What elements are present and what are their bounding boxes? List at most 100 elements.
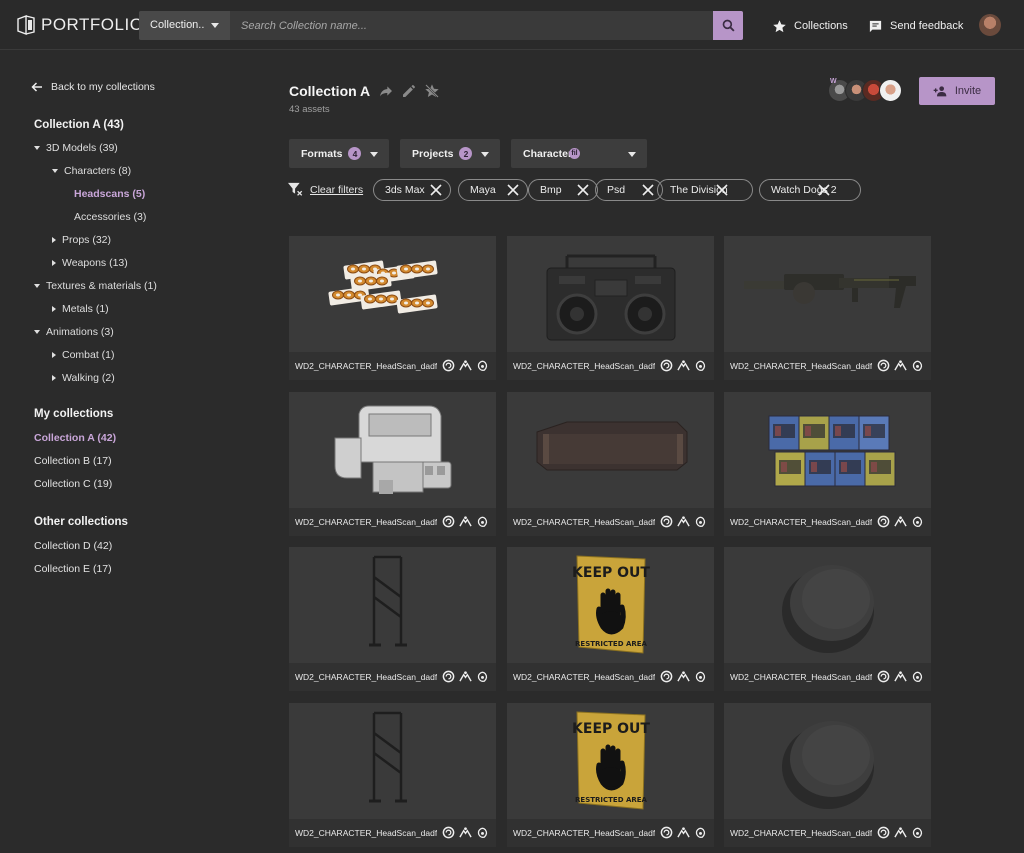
- close-icon[interactable]: [577, 184, 589, 196]
- collaborator-avatars[interactable]: W: [828, 78, 902, 103]
- tree-item[interactable]: Combat (1): [52, 348, 115, 362]
- caret-right-icon[interactable]: [52, 260, 56, 266]
- asset-card[interactable]: WD2_CHARACTER_HeadScan_dadf...: [724, 236, 931, 380]
- invite-button[interactable]: Invite: [919, 77, 995, 105]
- 3ds-max-icon: [660, 515, 673, 528]
- caret-right-icon[interactable]: [52, 375, 56, 381]
- clear-filters-link[interactable]: Clear filters: [287, 182, 363, 197]
- caret-down-icon[interactable]: [52, 169, 58, 173]
- collections-link[interactable]: Collections: [772, 17, 848, 35]
- substance-icon: [477, 671, 488, 682]
- character-filter[interactable]: Character fil: [511, 139, 647, 168]
- search-button[interactable]: [713, 11, 743, 40]
- tree-item[interactable]: Weapons (13): [52, 256, 128, 270]
- user-avatar[interactable]: [979, 14, 1001, 36]
- asset-card[interactable]: WD2_CHARACTER_HeadScan_dadf...: [724, 392, 931, 536]
- caret-down-icon[interactable]: [34, 284, 40, 288]
- filter-chip[interactable]: Bmp: [528, 179, 598, 201]
- close-icon[interactable]: [818, 184, 830, 196]
- tree-item[interactable]: 3D Models (39): [34, 141, 118, 155]
- asset-card[interactable]: WD2_CHARACTER_HeadScan_dadf...: [724, 547, 931, 691]
- asset-name: WD2_CHARACTER_HeadScan_dadf...: [513, 361, 655, 371]
- asset-card[interactable]: WD2_CHARACTER_HeadScan_dadf...: [507, 236, 714, 380]
- chip-label: 3ds Max: [385, 184, 425, 196]
- asset-thumbnail[interactable]: [724, 547, 931, 663]
- tree-item[interactable]: Metals (1): [52, 302, 109, 316]
- caret-right-icon[interactable]: [52, 306, 56, 312]
- close-icon[interactable]: [716, 184, 728, 196]
- formats-filter[interactable]: Formats 4: [289, 139, 389, 168]
- caret-right-icon[interactable]: [52, 352, 56, 358]
- maya-icon: [894, 671, 907, 682]
- tree-item[interactable]: Characters (8): [52, 164, 131, 178]
- close-icon[interactable]: [642, 184, 654, 196]
- tree-item[interactable]: Accessories (3): [74, 210, 146, 224]
- asset-format-icons: [660, 670, 707, 683]
- tree-item[interactable]: Walking (2): [52, 371, 115, 385]
- asset-card[interactable]: WD2_CHARACTER_HeadScan_dadf...: [724, 703, 931, 847]
- maya-icon: [677, 360, 690, 371]
- asset-footer: WD2_CHARACTER_HeadScan_dadf...: [507, 508, 714, 536]
- asset-card[interactable]: WD2_CHARACTER_HeadScan_dadf...: [289, 703, 496, 847]
- other-collection-item[interactable]: Collection E (17): [34, 563, 112, 575]
- projects-filter[interactable]: Projects 2: [400, 139, 500, 168]
- asset-format-icons: [877, 359, 924, 372]
- filter-chip[interactable]: Maya: [458, 179, 528, 201]
- asset-card[interactable]: WD2_CHARACTER_HeadScan_dadf...: [289, 236, 496, 380]
- send-feedback-label: Send feedback: [890, 20, 964, 32]
- edit-icon[interactable]: [401, 83, 417, 99]
- search-scope-select[interactable]: Collection..: [139, 11, 230, 40]
- asset-thumbnail[interactable]: [507, 392, 714, 508]
- search-input[interactable]: [231, 11, 713, 40]
- asset-footer: WD2_CHARACTER_HeadScan_dadf...: [724, 508, 931, 536]
- asset-thumbnail[interactable]: [289, 392, 496, 508]
- tree-item[interactable]: Props (32): [52, 233, 111, 247]
- substance-icon: [695, 827, 706, 838]
- asset-thumbnail[interactable]: [724, 703, 931, 819]
- other-collection-item[interactable]: Collection D (42): [34, 540, 112, 552]
- close-icon[interactable]: [430, 184, 442, 196]
- share-icon[interactable]: [378, 83, 394, 99]
- avatar-badge: W: [830, 78, 837, 85]
- asset-thumbnail[interactable]: [724, 236, 931, 352]
- asset-thumbnail[interactable]: KEEP OUT RESTRICTED AREA: [507, 703, 714, 819]
- asset-card[interactable]: KEEP OUT RESTRICTED AREA WD2_CHARACTER_H…: [507, 703, 714, 847]
- tree-item[interactable]: Textures & materials (1): [34, 279, 157, 293]
- send-feedback-link[interactable]: Send feedback: [868, 17, 963, 35]
- 3ds-max-icon: [442, 826, 455, 839]
- star-off-icon[interactable]: [424, 83, 440, 99]
- my-collection-item[interactable]: Collection B (17): [34, 455, 112, 467]
- tree-item[interactable]: Animations (3): [34, 325, 114, 339]
- asset-card[interactable]: KEEP OUT RESTRICTED AREA WD2_CHARACTER_H…: [507, 547, 714, 691]
- asset-name: WD2_CHARACTER_HeadScan_dadf...: [513, 828, 655, 838]
- asset-thumbnail[interactable]: [507, 236, 714, 352]
- my-collection-item[interactable]: Collection C (19): [34, 478, 112, 490]
- caret-down-icon[interactable]: [34, 146, 40, 150]
- asset-thumbnail[interactable]: [724, 392, 931, 508]
- caret-right-icon[interactable]: [52, 237, 56, 243]
- portfolio-logo[interactable]: PORTFOLIO: [16, 14, 143, 36]
- filter-chip[interactable]: The Division: [657, 179, 753, 201]
- close-icon[interactable]: [507, 184, 519, 196]
- svg-text:RESTRICTED AREA: RESTRICTED AREA: [575, 796, 648, 804]
- asset-thumbnail[interactable]: KEEP OUT RESTRICTED AREA: [507, 547, 714, 663]
- asset-thumbnail[interactable]: [289, 703, 496, 819]
- filter-chip[interactable]: Psd: [595, 179, 663, 201]
- arrow-left-icon: [31, 82, 42, 92]
- caret-down-icon[interactable]: [34, 330, 40, 334]
- asset-card[interactable]: WD2_CHARACTER_HeadScan_dadf...: [507, 392, 714, 536]
- filter-chip[interactable]: 3ds Max: [373, 179, 451, 201]
- asset-card[interactable]: WD2_CHARACTER_HeadScan_dadf...: [289, 547, 496, 691]
- chip-label: Psd: [607, 184, 626, 196]
- tree-item-label: Textures & materials (1): [46, 280, 157, 292]
- asset-footer: WD2_CHARACTER_HeadScan_dadf...: [724, 819, 931, 847]
- asset-thumbnail[interactable]: [289, 547, 496, 663]
- asset-thumbnail[interactable]: [289, 236, 496, 352]
- back-to-collections-link[interactable]: Back to my collections: [31, 81, 155, 93]
- svg-text:KEEP OUT: KEEP OUT: [572, 721, 650, 737]
- asset-card[interactable]: WD2_CHARACTER_HeadScan_dadf...: [289, 392, 496, 536]
- asset-format-icons: [660, 826, 707, 839]
- my-collection-item[interactable]: Collection A (42): [34, 432, 116, 444]
- tree-item[interactable]: Headscans (5): [74, 187, 145, 201]
- filter-chip[interactable]: Watch Dogs 2: [759, 179, 861, 201]
